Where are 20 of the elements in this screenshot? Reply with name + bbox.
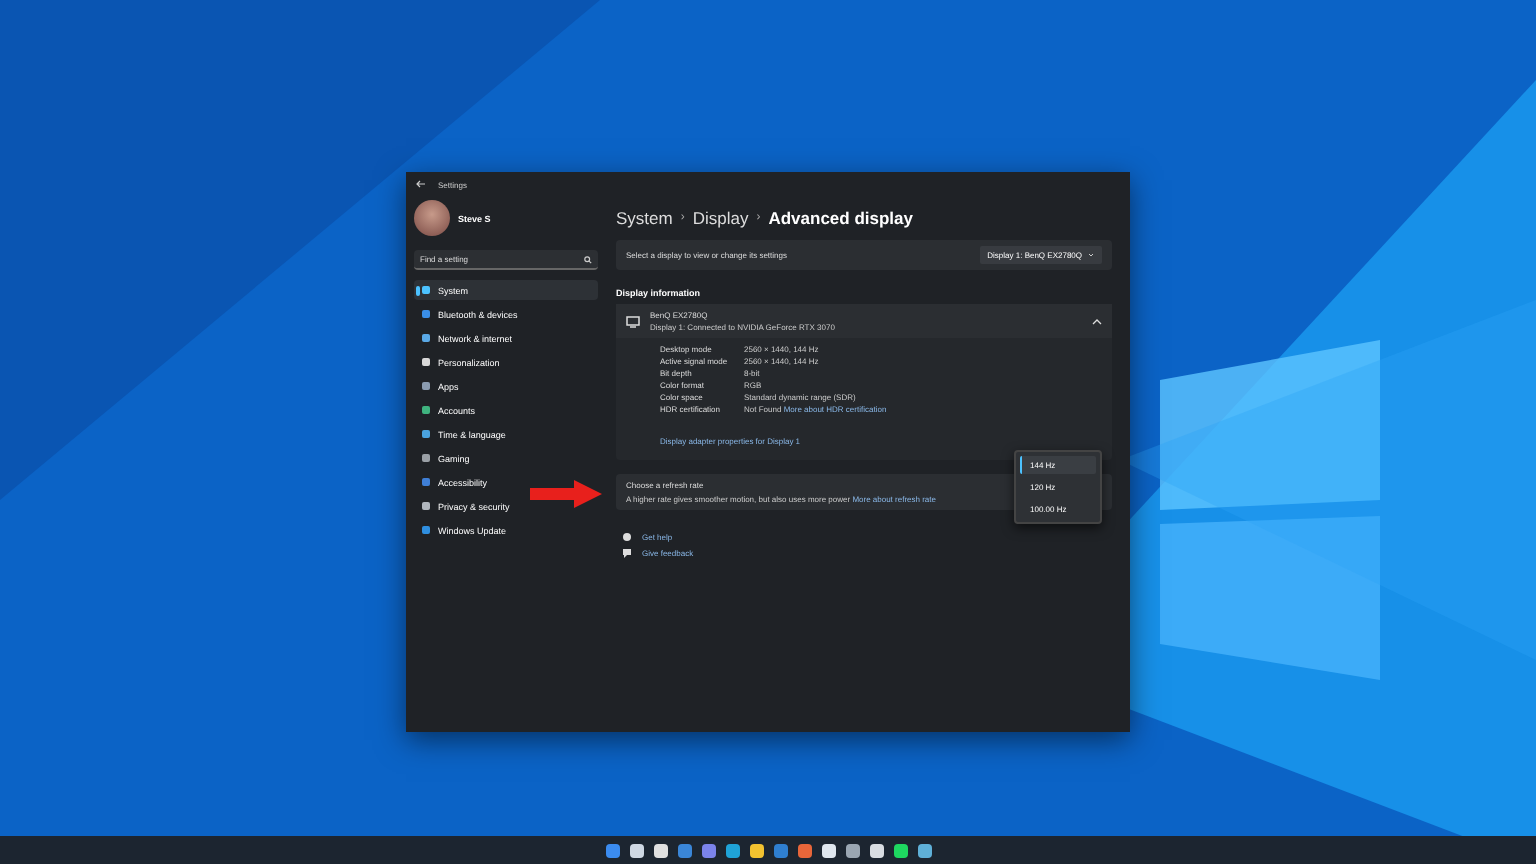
- help-icon: [622, 532, 632, 542]
- breadcrumb-item: Advanced display: [768, 208, 913, 228]
- avatar: [414, 200, 450, 236]
- app-icon[interactable]: [893, 843, 907, 857]
- breadcrumb-item[interactable]: System: [616, 208, 673, 228]
- app-icon[interactable]: [869, 843, 883, 857]
- app-icon[interactable]: [917, 843, 931, 857]
- arrow-drawing: [530, 480, 602, 508]
- search-icon: [584, 255, 592, 263]
- app-icon[interactable]: [653, 843, 667, 857]
- monitor-icon: [626, 315, 640, 327]
- chevron-icon[interactable]: [1092, 317, 1102, 325]
- back-icon[interactable]: [416, 180, 426, 188]
- app-icon[interactable]: [845, 843, 859, 857]
- app-icon[interactable]: [725, 843, 739, 857]
- feedback-icon: [622, 548, 632, 558]
- app-icon[interactable]: [629, 843, 643, 857]
- app-icon[interactable]: [749, 843, 763, 857]
- app-icon[interactable]: [821, 843, 835, 857]
- breadcrumb-item[interactable]: Display: [692, 208, 749, 228]
